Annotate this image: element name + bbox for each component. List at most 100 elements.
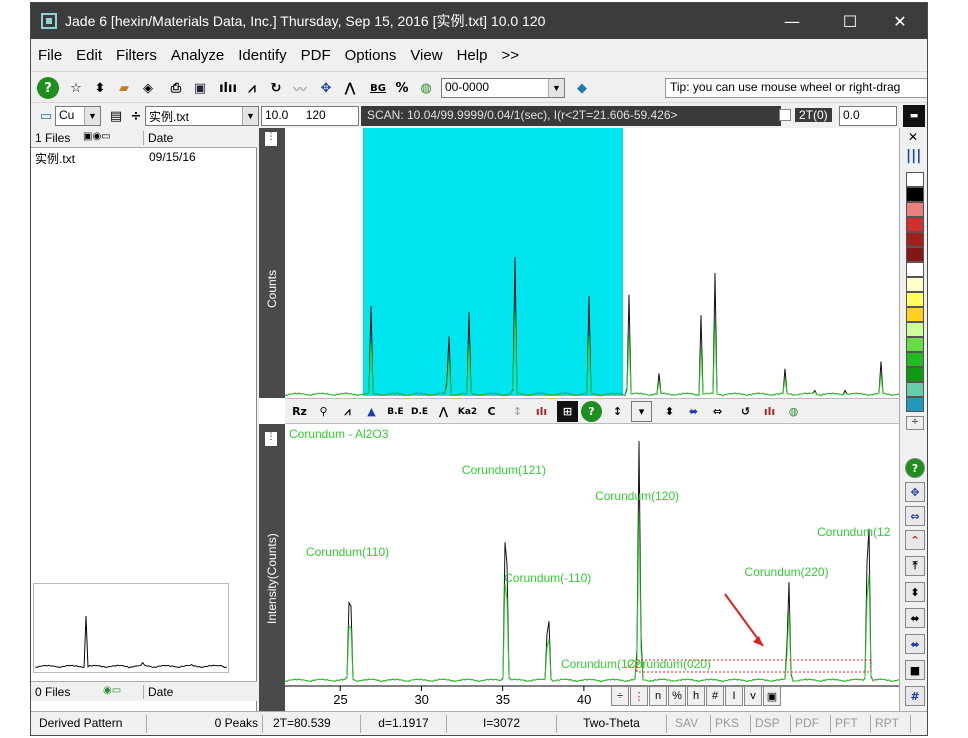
- label-v-button[interactable]: v: [744, 686, 762, 706]
- help-icon[interactable]: ?: [581, 401, 602, 422]
- stop-icon[interactable]: ■: [905, 660, 925, 680]
- label-percent-button[interactable]: %: [668, 686, 686, 706]
- peaks-icon[interactable]: ⩘: [241, 77, 263, 99]
- fit-icon[interactable]: ⇔: [905, 506, 925, 526]
- tab-pdf[interactable]: PDF: [791, 715, 831, 733]
- bars-icon[interactable]: ılıı: [217, 77, 239, 99]
- rotate-icon[interactable]: ↺: [735, 401, 756, 422]
- be-button[interactable]: B.E: [385, 401, 406, 422]
- chevron-down-icon[interactable]: ▼: [548, 79, 564, 97]
- color-swatch[interactable]: [906, 307, 924, 322]
- expand-icon[interactable]: ✥: [315, 77, 337, 99]
- peak-find-icon[interactable]: ⩘: [337, 401, 358, 422]
- updown-arrow-icon[interactable]: ⬍: [89, 77, 111, 99]
- menu-filters[interactable]: Filters: [109, 47, 164, 64]
- panel-toggle-icon[interactable]: ▬: [903, 105, 925, 127]
- dropdown-icon[interactable]: ▾: [631, 401, 652, 422]
- mountain-icon[interactable]: ⋀: [339, 77, 361, 99]
- color-swatch[interactable]: [906, 352, 924, 367]
- two-theta-checkbox[interactable]: [779, 109, 791, 121]
- file-combo[interactable]: 实例.txt ▼: [145, 106, 259, 126]
- chevron-down-icon[interactable]: ▼: [242, 107, 258, 125]
- footer-date-header[interactable]: Date: [143, 685, 173, 699]
- color-swatch[interactable]: [906, 262, 924, 277]
- help-icon[interactable]: ?: [37, 77, 59, 99]
- diamond-icon[interactable]: ◈: [137, 77, 159, 99]
- menu-edit[interactable]: Edit: [69, 47, 109, 64]
- align-icon[interactable]: ↕: [507, 401, 528, 422]
- background-button[interactable]: BG: [367, 77, 389, 99]
- upper-menu-icon[interactable]: ⋮: [265, 132, 277, 146]
- spinner-red-icon[interactable]: ⋮: [630, 686, 648, 706]
- two-theta-field[interactable]: 0.0: [839, 106, 897, 126]
- color-swatch[interactable]: [906, 367, 924, 382]
- label-n-button[interactable]: n: [649, 686, 667, 706]
- tab-pks[interactable]: PKS: [711, 715, 751, 733]
- menu-more[interactable]: >>: [494, 47, 526, 64]
- refresh-icon[interactable]: ↻: [265, 77, 287, 99]
- help-icon[interactable]: ?: [905, 458, 925, 478]
- pin-icon[interactable]: ◆: [571, 77, 593, 99]
- menu-view[interactable]: View: [403, 47, 449, 64]
- color-swatch[interactable]: [906, 247, 924, 262]
- globe-icon[interactable]: ◍: [415, 77, 437, 99]
- menu-help[interactable]: Help: [450, 47, 495, 64]
- color-swatch[interactable]: [906, 397, 924, 412]
- close-button[interactable]: ✕: [877, 3, 923, 39]
- up-down-spinner[interactable]: ÷: [611, 686, 629, 706]
- vertical-arrows-icon[interactable]: ↕: [607, 401, 628, 422]
- spinner-icon[interactable]: ÷: [125, 105, 147, 127]
- color-swatch[interactable]: [906, 187, 924, 202]
- color-swatch[interactable]: [906, 217, 924, 232]
- chevron-up-icon[interactable]: ⌃: [905, 530, 925, 550]
- upper-plot[interactable]: [285, 128, 899, 398]
- c-button[interactable]: C: [481, 401, 502, 422]
- menu-pdf[interactable]: PDF: [294, 47, 338, 64]
- updown-icon[interactable]: ⬍: [659, 401, 680, 422]
- star-icon[interactable]: ☆: [65, 77, 87, 99]
- color-swatch[interactable]: [906, 337, 924, 352]
- color-swatch[interactable]: [906, 382, 924, 397]
- horizontal-arrows-icon[interactable]: ⬌: [905, 608, 925, 628]
- histogram-icon[interactable]: ılı: [759, 401, 780, 422]
- range-field[interactable]: 10.0 120: [261, 106, 359, 126]
- lower-plot[interactable]: Corundum - Al2O3 Corundum(110)Corundum(1…: [285, 424, 899, 711]
- tab-sav[interactable]: SAV: [671, 715, 711, 733]
- globe-icon[interactable]: ◍: [783, 401, 804, 422]
- label-image-icon[interactable]: ▣: [763, 686, 781, 706]
- tab-pft[interactable]: PFT: [831, 715, 871, 733]
- percent-button[interactable]: %: [391, 77, 413, 99]
- smooth-icon[interactable]: 〰: [289, 77, 311, 99]
- color-swatch[interactable]: [906, 292, 924, 307]
- tab-dsp[interactable]: DSP: [751, 715, 791, 733]
- list-view-icons[interactable]: ▣◉▭: [83, 131, 111, 142]
- label-hash-button[interactable]: #: [706, 686, 724, 706]
- color-swatch[interactable]: [906, 172, 924, 187]
- date-column-header[interactable]: Date: [143, 131, 173, 145]
- menu-options[interactable]: Options: [338, 47, 404, 64]
- updown-icon[interactable]: ⬍: [905, 582, 925, 602]
- graph-area[interactable]: ⋮ Counts Rz ⚲ ⩘ ▲ B.E D.E ⋀ Ka2 C ↕ ılı …: [259, 128, 899, 711]
- grid-icon[interactable]: ⊞: [557, 401, 578, 422]
- scroll-arrows-icon[interactable]: ÷: [906, 416, 924, 430]
- print-icon[interactable]: ⎙: [165, 77, 187, 99]
- menu-file[interactable]: File: [31, 47, 69, 64]
- open-folder-icon[interactable]: ▰: [113, 77, 135, 99]
- tab-rpt[interactable]: RPT: [871, 715, 911, 733]
- compress-icon[interactable]: ⇔: [707, 401, 728, 422]
- file-row[interactable]: 实例.txt 09/15/16: [35, 150, 235, 167]
- hash-icon[interactable]: #: [905, 686, 925, 706]
- menu-analyze[interactable]: Analyze: [164, 47, 231, 64]
- color-swatch[interactable]: [906, 277, 924, 292]
- expand-horizontal-icon[interactable]: ⬌: [683, 401, 704, 422]
- chevron-down-icon[interactable]: ▼: [84, 107, 100, 125]
- label-i-button[interactable]: I: [725, 686, 743, 706]
- lower-menu-icon[interactable]: ⋮: [265, 432, 277, 446]
- bar-chart-icon[interactable]: ılı: [531, 401, 552, 422]
- maximize-button[interactable]: ☐: [827, 3, 873, 39]
- zoom-icon[interactable]: ⚲: [313, 401, 334, 422]
- ka2-button[interactable]: Ka2: [457, 401, 478, 422]
- minimize-button[interactable]: —: [769, 3, 815, 39]
- color-swatch[interactable]: [906, 322, 924, 337]
- rz-button[interactable]: Rz: [289, 401, 310, 422]
